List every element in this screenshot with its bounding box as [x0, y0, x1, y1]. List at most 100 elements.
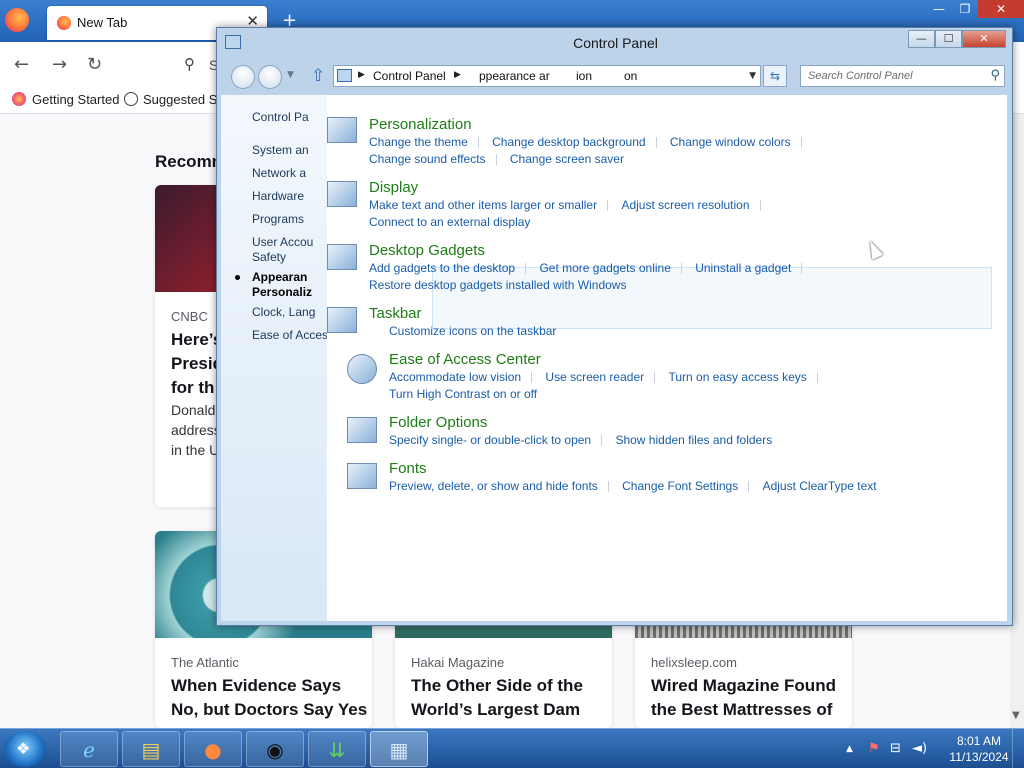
address-bar[interactable]: ▶ Control Panel ▶ ppearance ar ion on ▼	[333, 65, 761, 87]
breadcrumb-segment[interactable]: on	[624, 69, 637, 83]
ease-of-access-icon[interactable]	[347, 354, 377, 384]
recent-pages-chevron-icon[interactable]: ▼	[287, 70, 294, 80]
link-adjust-cleartype[interactable]: Adjust ClearType text	[763, 478, 877, 495]
ease-of-access-links: Accommodate low vision Use screen reader…	[389, 369, 828, 403]
story-headline: for th	[171, 378, 215, 397]
story-description: address	[171, 422, 221, 438]
fonts-icon[interactable]	[347, 463, 377, 489]
link-show-hidden-files[interactable]: Show hidden files and folders	[615, 432, 772, 449]
action-center-flag-icon[interactable]: ⚑	[868, 741, 880, 756]
link-high-contrast[interactable]: Turn High Contrast on or off	[389, 386, 537, 403]
nav-clock-language-region[interactable]: Clock, Lang	[252, 305, 327, 320]
back-arrow-icon[interactable]: ←	[14, 54, 29, 75]
personalization-icon[interactable]	[327, 117, 357, 143]
display-icon[interactable]	[327, 181, 357, 207]
control-panel-window: Control Panel — ☐ ✕ ▼ ⇧ ▶ Control Panel …	[216, 27, 1013, 626]
clock-time[interactable]: 8:01 AM	[944, 734, 1014, 748]
obs-icon[interactable]: ◉	[246, 731, 304, 767]
link-single-double-click[interactable]: Specify single- or double-click to open	[389, 432, 591, 449]
personalization-links: Change the theme Change desktop backgrou…	[369, 134, 812, 168]
control-panel-taskbar-icon[interactable]: ▦	[370, 731, 428, 767]
personalization-title[interactable]: Personalization	[369, 116, 472, 133]
taskbar-icon[interactable]	[327, 307, 357, 333]
desktop-gadgets-icon[interactable]	[327, 244, 357, 270]
link-accommodate-low-vision[interactable]: Accommodate low vision	[389, 369, 521, 386]
minimize-icon[interactable]: —	[926, 0, 952, 18]
link-change-theme[interactable]: Change the theme	[369, 134, 468, 151]
restore-icon[interactable]: ❐	[952, 0, 978, 18]
link-get-more-gadgets[interactable]: Get more gadgets online	[539, 260, 670, 277]
network-icon[interactable]: ⊟	[890, 741, 901, 756]
address-dropdown-icon[interactable]: ▼	[749, 71, 756, 81]
folder-options-title[interactable]: Folder Options	[389, 414, 487, 431]
story-source: CNBC	[171, 309, 208, 324]
search-icon[interactable]: ⚲	[990, 68, 1000, 83]
tab-label: New Tab	[77, 15, 128, 30]
scroll-down-icon[interactable]: ▼	[1012, 710, 1020, 721]
link-customize-taskbar-icons[interactable]: Customize icons on the taskbar	[389, 323, 556, 340]
story-description: Donald	[171, 402, 216, 418]
link-use-screen-reader[interactable]: Use screen reader	[545, 369, 644, 386]
taskbar-title[interactable]: Taskbar	[369, 305, 422, 322]
link-easy-access-keys[interactable]: Turn on easy access keys	[668, 369, 806, 386]
tab-favicon-icon	[57, 16, 71, 30]
maximize-icon[interactable]: ☐	[935, 30, 962, 48]
clock-date[interactable]: 11/13/2024	[944, 750, 1014, 764]
nav-user-accounts[interactable]: User Accou	[252, 235, 327, 250]
show-desktop-button[interactable]	[1012, 729, 1024, 768]
link-change-sound-effects[interactable]: Change sound effects	[369, 151, 486, 168]
ease-of-access-title[interactable]: Ease of Access Center	[389, 351, 541, 368]
nav-network-internet[interactable]: Network a	[252, 166, 327, 181]
start-orb-icon[interactable]: ❖	[4, 731, 46, 767]
nav-system-security[interactable]: System an	[252, 143, 327, 158]
minimize-icon[interactable]: —	[908, 30, 935, 48]
link-restore-gadgets[interactable]: Restore desktop gadgets installed with W…	[369, 277, 626, 294]
display-title[interactable]: Display	[369, 179, 418, 196]
breadcrumb-control-panel[interactable]: Control Panel	[373, 69, 446, 83]
nav-control-panel-home[interactable]: Control Pa	[252, 110, 327, 125]
breadcrumb-chevron-icon[interactable]: ▶	[454, 70, 461, 80]
link-adjust-screen-resolution[interactable]: Adjust screen resolution	[621, 197, 749, 214]
file-explorer-icon[interactable]: ▤	[122, 731, 180, 767]
link-change-font-settings[interactable]: Change Font Settings	[622, 478, 738, 495]
link-change-desktop-background[interactable]: Change desktop background	[492, 134, 645, 151]
link-change-screen-saver[interactable]: Change screen saver	[510, 151, 624, 168]
back-button[interactable]	[231, 65, 255, 89]
nav-hardware-sound[interactable]: Hardware	[252, 189, 327, 204]
internet-explorer-icon[interactable]: ℯ	[60, 731, 118, 767]
close-icon[interactable]: ✕	[962, 30, 1006, 48]
breadcrumb-segment[interactable]: ion	[576, 69, 592, 83]
story-source: helixsleep.com	[651, 655, 737, 670]
close-icon[interactable]: ✕	[978, 0, 1024, 18]
nav-programs[interactable]: Programs	[252, 212, 327, 227]
search-control-panel-input[interactable]: Search Control Panel ⚲	[800, 65, 1005, 87]
link-make-text-larger[interactable]: Make text and other items larger or smal…	[369, 197, 597, 214]
desktop-gadgets-title[interactable]: Desktop Gadgets	[369, 242, 485, 259]
link-preview-fonts[interactable]: Preview, delete, or show and hide fonts	[389, 478, 598, 495]
fonts-links: Preview, delete, or show and hide fonts …	[389, 478, 877, 495]
firefox-taskbar-icon[interactable]: ●	[184, 731, 242, 767]
volume-icon[interactable]: ◄)	[912, 741, 927, 756]
window-title: Control Panel	[573, 35, 658, 51]
breadcrumb-chevron-icon[interactable]: ▶	[358, 70, 365, 80]
nav-user-accounts-line2[interactable]: Safety	[252, 250, 327, 265]
download-manager-icon[interactable]: ⇊	[308, 731, 366, 767]
link-add-gadgets[interactable]: Add gadgets to the desktop	[369, 260, 515, 277]
forward-arrow-icon[interactable]: →	[52, 54, 67, 75]
fonts-title[interactable]: Fonts	[389, 460, 427, 477]
link-uninstall-gadget[interactable]: Uninstall a gadget	[695, 260, 791, 277]
taskbar-links: Customize icons on the taskbar	[389, 323, 556, 340]
link-connect-external-display[interactable]: Connect to an external display	[369, 214, 530, 231]
nav-appearance-current: Appearan	[252, 270, 308, 284]
forward-button[interactable]	[258, 65, 282, 89]
up-arrow-icon[interactable]: ⇧	[311, 66, 325, 86]
link-change-window-colors[interactable]: Change window colors	[670, 134, 791, 151]
breadcrumb-appearance[interactable]: ppearance ar	[479, 69, 550, 83]
refresh-icon[interactable]: ⇆	[763, 65, 787, 87]
firefox-logo-icon[interactable]	[5, 8, 29, 32]
show-hidden-icons-icon[interactable]: ▲	[846, 744, 853, 754]
bookmark-getting-started[interactable]: Getting Started	[32, 92, 119, 107]
reload-icon[interactable]: ↻	[87, 54, 102, 75]
window-controls: — ☐ ✕	[908, 30, 1006, 48]
folder-options-icon[interactable]	[347, 417, 377, 443]
